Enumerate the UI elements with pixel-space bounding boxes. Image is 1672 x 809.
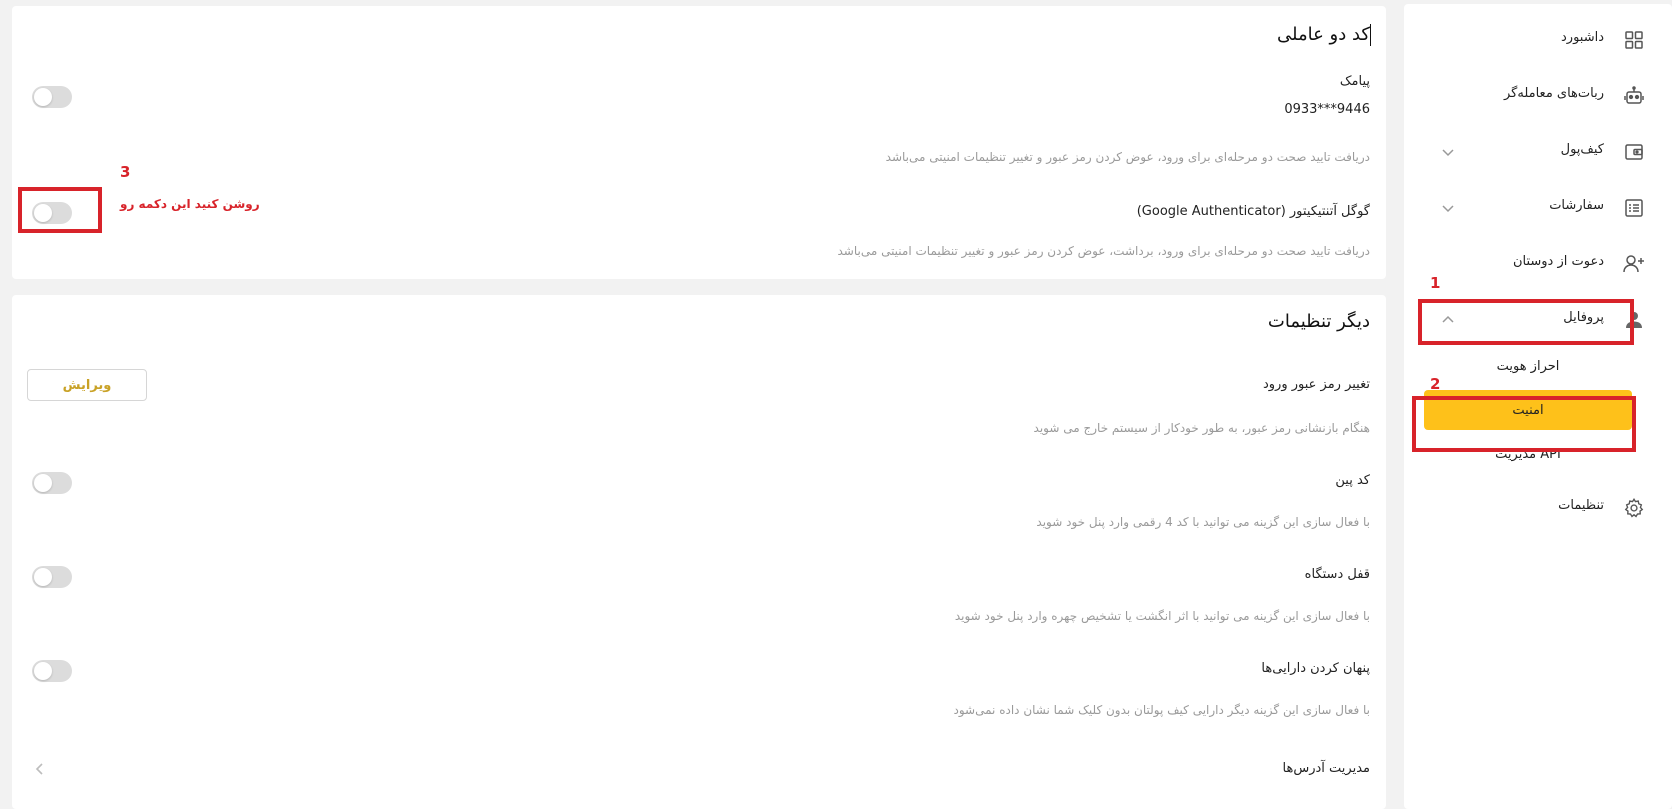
sidebar-subitem-kyc[interactable]: احراز هویت (1424, 346, 1632, 386)
two-factor-card: کد دو عاملی پیامک 0933***9446 دریافت تای… (12, 6, 1386, 279)
other-settings-title: دیگر تنظیمات (1267, 311, 1370, 332)
pin-code-title: کد پین (1335, 473, 1370, 488)
edit-password-button[interactable]: ویرایش (27, 369, 147, 401)
sidebar-item-settings[interactable]: تنظیمات (1404, 488, 1672, 528)
change-password-title: تغییر رمز عبور ورود (1262, 377, 1370, 392)
chevron-down-icon (1440, 200, 1456, 216)
toggle-knob (34, 88, 52, 106)
toggle-knob (34, 474, 52, 492)
grid-icon (1622, 28, 1646, 52)
sidebar-item-label: داشبورد (1561, 30, 1604, 45)
sidebar-item-label: کیف‌پول (1560, 142, 1604, 157)
device-lock-toggle[interactable] (32, 566, 72, 588)
google-authenticator-title: گوگل آتنتیکیتور (Google Authenticator) (1136, 204, 1370, 219)
text-caret (1370, 24, 1371, 46)
gear-icon (1622, 496, 1646, 520)
sidebar-item-orders[interactable]: سفارشات (1404, 188, 1672, 228)
hide-assets-title: پنهان کردن دارایی‌ها (1261, 661, 1370, 676)
sidebar-item-label: تنظیمات (1558, 498, 1604, 513)
two-factor-title: کد دو عاملی (1277, 24, 1370, 45)
annotation-note-3: روشن کنید این دکمه رو (120, 197, 260, 211)
device-lock-title: قفل دستگاه (1304, 567, 1370, 582)
address-management-title[interactable]: مدیریت آدرس‌ها (1283, 761, 1370, 776)
sidebar-item-label: سفارشات (1549, 198, 1604, 213)
sidebar-item-invite-friends[interactable]: دعوت از دوستان (1404, 244, 1672, 284)
user-plus-icon (1622, 252, 1646, 276)
sms-description: دریافت تایید صحت دو مرحله‌ای برای ورود، … (885, 150, 1370, 164)
chevron-left-icon[interactable] (32, 761, 48, 777)
wallet-icon (1622, 140, 1646, 164)
pin-code-toggle[interactable] (32, 472, 72, 494)
change-password-description: هنگام بازنشانی رمز عبور، به طور خودکار ا… (1033, 421, 1370, 435)
sms-phone: 0933***9446 (1284, 102, 1370, 117)
annotation-box-2 (1412, 396, 1636, 452)
chevron-down-icon (1440, 144, 1456, 160)
list-icon (1622, 196, 1646, 220)
toggle-knob (34, 662, 52, 680)
sms-toggle[interactable] (32, 86, 72, 108)
sidebar-item-dashboard[interactable]: داشبورد (1404, 20, 1672, 60)
toggle-knob (34, 568, 52, 586)
sms-title: پیامک (1339, 74, 1370, 89)
device-lock-description: با فعال سازی این گزینه می توانید با اثر … (954, 609, 1370, 623)
sidebar-item-label: ربات‌های معامله‌گر (1503, 86, 1604, 101)
annotation-number-1: 1 (1430, 274, 1441, 292)
robot-icon (1622, 84, 1646, 108)
annotation-box-3 (18, 187, 102, 233)
annotation-box-1 (1418, 299, 1634, 345)
sidebar-item-robots[interactable]: ربات‌های معامله‌گر (1404, 76, 1672, 116)
annotation-number-2: 2 (1430, 375, 1441, 393)
pin-code-description: با فعال سازی این گزینه می توانید با کد 4… (1036, 515, 1370, 529)
google-authenticator-description: دریافت تایید صحت دو مرحله‌ای برای ورود، … (837, 244, 1370, 258)
hide-assets-toggle[interactable] (32, 660, 72, 682)
page: کد دو عاملی پیامک 0933***9446 دریافت تای… (0, 0, 1672, 809)
other-settings-card: دیگر تنظیمات تغییر رمز عبور ورود ویرایش … (12, 295, 1386, 809)
sidebar-item-label: دعوت از دوستان (1512, 254, 1604, 269)
hide-assets-description: با فعال سازی این گزینه دیگر دارایی کیف پ… (953, 703, 1371, 717)
sidebar-item-wallet[interactable]: کیف‌پول (1404, 132, 1672, 172)
annotation-number-3: 3 (120, 163, 131, 181)
